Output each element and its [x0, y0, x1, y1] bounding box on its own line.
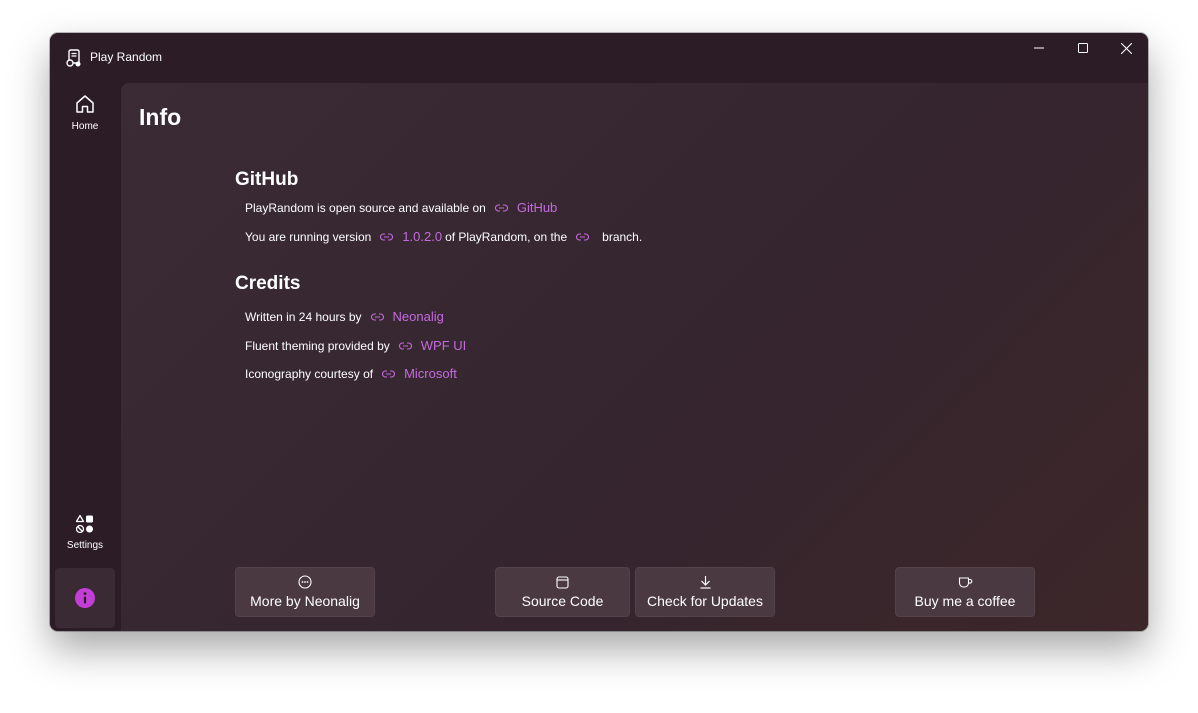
maximize-button[interactable]: [1061, 33, 1105, 63]
icons-text: Iconography courtesy of: [245, 366, 374, 381]
sidebar-item-home[interactable]: Home: [54, 93, 116, 132]
theming-text: Fluent theming provided by: [245, 338, 390, 353]
download-icon: [700, 576, 710, 589]
maximize-icon: [1078, 43, 1088, 53]
home-icon: [76, 95, 94, 113]
button-label: Check for Updates: [647, 593, 763, 609]
theming-line: Fluent theming provided by WPF UI: [245, 338, 470, 353]
github-section-title: GitHub: [235, 169, 299, 190]
app-window: Play Random Home Settings Info GitHub Pl…: [50, 33, 1148, 631]
version-prefix: You are running version: [245, 229, 372, 244]
version-link[interactable]: 1.0.2.0: [380, 229, 442, 244]
branch-link[interactable]: [576, 232, 598, 241]
info-page: Info GitHub PlayRandom is open source an…: [121, 83, 1148, 631]
link-icon: [380, 232, 394, 241]
coffee-cup-icon: [958, 576, 972, 588]
link-icon: [370, 312, 384, 321]
more-icon: [298, 575, 312, 589]
close-icon: [1120, 42, 1132, 54]
written-line: Written in 24 hours by Neonalig: [245, 309, 448, 324]
sidebar-item-label: Settings: [66, 540, 104, 551]
check-for-updates-button[interactable]: Check for Updates: [635, 567, 775, 617]
credits-section-title: Credits: [235, 273, 301, 294]
open-source-text: PlayRandom is open source and available …: [245, 200, 486, 215]
open-source-line: PlayRandom is open source and available …: [245, 200, 561, 215]
sidebar-nav: Home Settings: [50, 83, 120, 631]
written-text: Written in 24 hours by: [245, 309, 362, 324]
window-title: Play Random: [90, 50, 163, 64]
link-icon: [398, 341, 412, 350]
microsoft-link[interactable]: Microsoft: [382, 366, 457, 381]
version-middle: of PlayRandom, on the: [445, 229, 568, 244]
link-icon: [494, 203, 508, 212]
sidebar-item-label: Home: [71, 121, 99, 132]
title-bar[interactable]: Play Random: [50, 33, 1148, 83]
buy-me-a-coffee-button[interactable]: Buy me a coffee: [895, 567, 1035, 617]
button-label: More by Neonalig: [250, 593, 360, 609]
button-label: Buy me a coffee: [914, 592, 1016, 609]
icons-line: Iconography courtesy of Microsoft: [245, 366, 461, 381]
version-line: You are running version 1.0.2.0 of PlayR…: [245, 229, 642, 244]
window-icon: [556, 575, 569, 589]
neonalig-link[interactable]: Neonalig: [370, 309, 444, 324]
source-code-button[interactable]: Source Code: [495, 567, 630, 617]
app-logo-icon: [65, 49, 83, 67]
link-icon: [382, 369, 396, 378]
minimize-button[interactable]: [1017, 33, 1061, 63]
button-label: Source Code: [521, 592, 604, 609]
github-link[interactable]: GitHub: [494, 200, 557, 215]
more-by-neonalig-button[interactable]: More by Neonalig: [235, 567, 375, 617]
sidebar-item-settings[interactable]: Settings: [54, 514, 116, 551]
sidebar-item-info[interactable]: [55, 568, 115, 628]
settings-shapes-icon: [75, 514, 93, 534]
version-suffix: branch.: [602, 229, 643, 244]
wpf-ui-link[interactable]: WPF UI: [398, 338, 466, 353]
minimize-icon: [1034, 47, 1044, 49]
close-button[interactable]: [1104, 33, 1148, 63]
link-icon: [576, 232, 590, 241]
info-icon: [75, 588, 95, 608]
page-title: Info: [139, 104, 182, 130]
